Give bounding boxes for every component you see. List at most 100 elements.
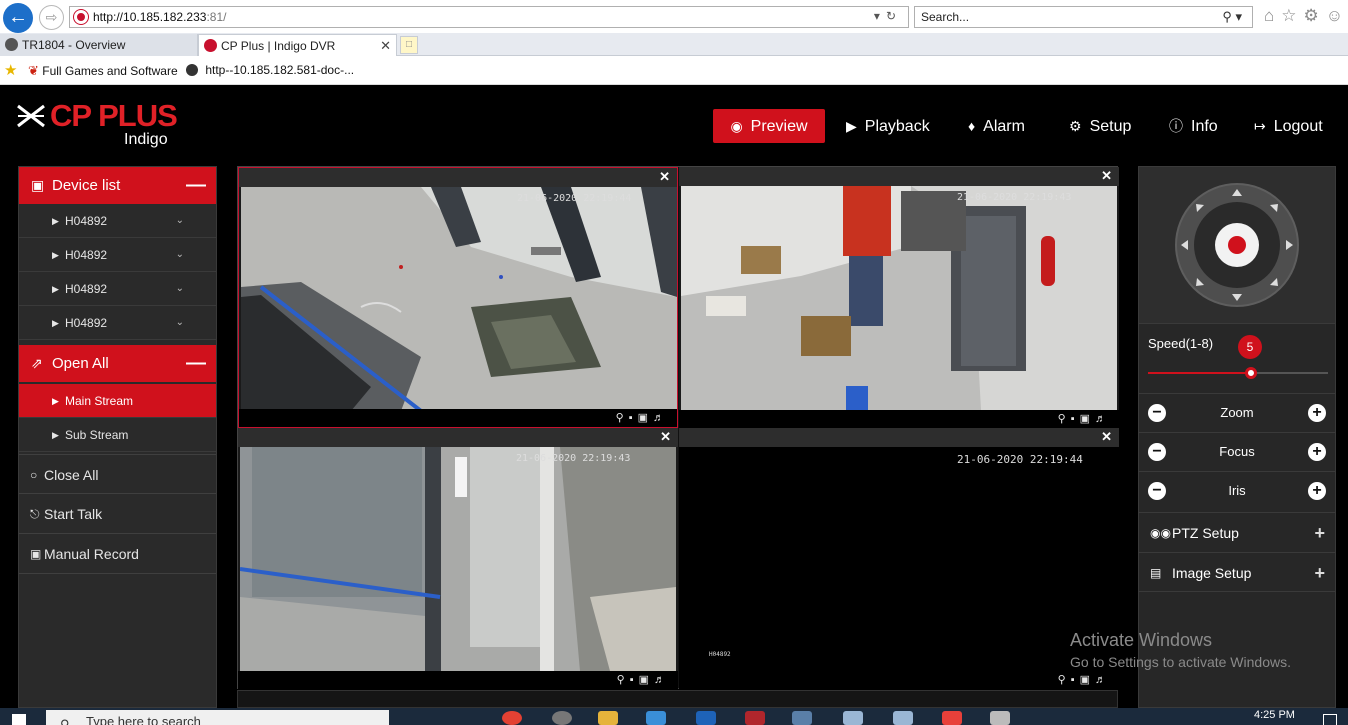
camera-feed[interactable]: 21-06-2020 22:19:43 xyxy=(681,186,1117,410)
open-all-header[interactable]: ⇗ Open All — xyxy=(19,345,216,382)
nav-setup[interactable]: ⚙ Setup xyxy=(1069,109,1131,143)
url-port: :81/ xyxy=(206,10,227,24)
caret-right-icon: ▶ xyxy=(52,430,59,440)
zoom-icon[interactable]: ⚲ xyxy=(1058,413,1071,425)
camera-feed[interactable]: 21-06-2020 22:19:44 xyxy=(241,187,677,411)
notification-icon[interactable] xyxy=(1323,714,1337,725)
app-icon[interactable] xyxy=(792,711,812,725)
close-channel-icon[interactable]: ✕ xyxy=(1101,168,1112,184)
speed-handle[interactable] xyxy=(1244,367,1257,379)
snapshot-icon[interactable]: ▣ xyxy=(1080,674,1095,686)
outlook-icon[interactable] xyxy=(696,711,716,725)
app-icon[interactable] xyxy=(893,711,913,725)
speed-slider[interactable] xyxy=(1148,367,1328,379)
snapshot-icon[interactable]: ▣ xyxy=(1080,413,1095,425)
close-channel-icon[interactable]: ✕ xyxy=(659,169,670,185)
close-channel-icon[interactable]: ✕ xyxy=(660,429,671,445)
nav-logout[interactable]: ↦ Logout xyxy=(1254,109,1323,143)
device-item[interactable]: ▶ H04892 ⌄ xyxy=(19,272,216,306)
sub-stream-item[interactable]: ▶ Sub Stream xyxy=(19,418,216,452)
chevron-down-icon[interactable]: ⌄ xyxy=(176,272,184,306)
favorites-star-icon[interactable]: ☆ xyxy=(1281,6,1303,25)
close-tab-icon[interactable]: ✕ xyxy=(380,38,391,54)
zoom-in-button[interactable]: + xyxy=(1308,404,1326,422)
record-icon[interactable]: ▪ xyxy=(1071,674,1080,686)
audio-icon[interactable]: ♬ xyxy=(1095,674,1111,686)
expand-icon[interactable]: + xyxy=(1314,513,1325,553)
caret-right-icon: ▶ xyxy=(52,396,59,406)
snapshot-icon[interactable]: ▣ xyxy=(639,674,654,686)
device-item[interactable]: ▶ H04892 ⌄ xyxy=(19,306,216,340)
tab-overview[interactable]: TR1804 - Overview xyxy=(0,34,198,56)
zoom-icon[interactable]: ⚲ xyxy=(616,412,629,424)
browser-search-input[interactable]: Search... ⚲ ▾ xyxy=(914,6,1253,28)
manual-record-button[interactable]: ▣ Manual Record xyxy=(19,534,216,574)
record-icon[interactable]: ▪ xyxy=(1071,413,1080,425)
zoom-icon[interactable]: ⚲ xyxy=(617,674,630,686)
taskbar-search-placeholder: Type here to search xyxy=(86,714,201,725)
settings-gear-icon[interactable]: ⚙ xyxy=(1304,6,1326,25)
iris-plus-button[interactable]: + xyxy=(1308,482,1326,500)
device-list-header[interactable]: ▣ Device list — xyxy=(19,167,216,204)
main-stream-item[interactable]: ▶ Main Stream xyxy=(19,384,216,418)
nav-alarm[interactable]: ♦ Alarm xyxy=(968,109,1025,143)
video-cell-2[interactable]: ✕ 21-06-2020 22:19:43 ⚲▪▣♬ xyxy=(679,167,1119,428)
chrome-icon[interactable] xyxy=(502,711,522,725)
new-tab-button[interactable]: □ xyxy=(400,36,418,54)
collapse-icon[interactable]: — xyxy=(186,167,206,204)
taskbar-search-input[interactable]: ⚲ Type here to search xyxy=(46,710,389,725)
nav-info[interactable]: ⓘ Info xyxy=(1169,109,1218,143)
back-button[interactable]: ← xyxy=(3,3,33,33)
ptz-panel: Speed(1-8) 5 − Zoom + − Focus + − Iris + xyxy=(1138,166,1336,708)
device-item[interactable]: ▶ H04892 ⌄ xyxy=(19,204,216,238)
tab-cpplus[interactable]: CP Plus | Indigo DVR ✕ xyxy=(198,34,397,56)
close-channel-icon[interactable]: ✕ xyxy=(1101,429,1112,445)
url-field[interactable]: http://10.185.182.233:81/ ▾↻ xyxy=(69,6,909,28)
close-all-button[interactable]: ○ Close All xyxy=(19,454,216,494)
record-icon[interactable]: ▪ xyxy=(629,412,638,424)
collapse-icon[interactable]: — xyxy=(186,345,206,382)
audio-icon[interactable]: ♬ xyxy=(1095,413,1111,425)
app-icon[interactable] xyxy=(843,711,863,725)
record-icon[interactable]: ▪ xyxy=(630,674,639,686)
search-icon[interactable]: ⚲ ▾ xyxy=(1222,9,1242,25)
app-icon[interactable] xyxy=(745,711,765,725)
start-talk-button[interactable]: ⎋ Start Talk xyxy=(19,494,216,534)
video-cell-3[interactable]: ✕ 21-06-2020 22:19:43 ⚲▪▣♬ xyxy=(238,428,678,689)
ptz-joystick-icon[interactable] xyxy=(1139,167,1335,324)
home-icon[interactable]: ⌂ xyxy=(1264,6,1281,25)
refresh-icon[interactable]: ▾↻ xyxy=(874,9,902,23)
camera-feed[interactable]: 21-06-2020 22:19:43 xyxy=(240,447,676,671)
settings-app-icon[interactable] xyxy=(552,711,572,725)
file-explorer-icon[interactable] xyxy=(598,711,618,725)
focus-plus-button[interactable]: + xyxy=(1308,443,1326,461)
chevron-down-icon[interactable]: ⌄ xyxy=(176,238,184,272)
device-item[interactable]: ▶ H04892 ⌄ xyxy=(19,238,216,272)
favorite-link-doc[interactable]: http--10.185.182.581-doc-... xyxy=(186,63,354,77)
forward-button[interactable]: ⇨ xyxy=(39,5,64,30)
camera-feed[interactable]: 21-06-2020 22:19:44 H04892 xyxy=(681,447,1117,671)
nav-playback[interactable]: ▶ Playback xyxy=(846,109,930,143)
zoom-icon[interactable]: ⚲ xyxy=(1058,674,1071,686)
ptz-setup-section[interactable]: ◉◉ PTZ Setup + xyxy=(1139,512,1335,552)
favorite-link-games[interactable]: ❦ Full Games and Software xyxy=(28,63,178,79)
internet-explorer-icon[interactable] xyxy=(646,711,666,725)
timestamp: 21-06-2020 22:19:44 xyxy=(957,453,1083,466)
app-icon[interactable] xyxy=(942,711,962,725)
snapshot-icon[interactable]: ▣ xyxy=(638,412,653,424)
browser-search-placeholder: Search... xyxy=(921,10,970,24)
favorites-star-icon[interactable]: ★ xyxy=(4,61,17,79)
video-cell-4[interactable]: ✕ 21-06-2020 22:19:44 H04892 ⚲▪▣♬ xyxy=(679,428,1119,689)
app-icon[interactable] xyxy=(990,711,1010,725)
audio-icon[interactable]: ♬ xyxy=(654,674,670,686)
chevron-down-icon[interactable]: ⌄ xyxy=(176,204,184,238)
audio-icon[interactable]: ♬ xyxy=(653,412,669,424)
smiley-icon[interactable]: ☺ xyxy=(1326,6,1348,25)
image-setup-section[interactable]: ▤ Image Setup + xyxy=(1139,552,1335,592)
expand-icon[interactable]: + xyxy=(1314,553,1325,593)
windows-start-icon[interactable] xyxy=(12,714,26,725)
nav-preview[interactable]: ◉ Preview xyxy=(713,109,825,143)
chevron-down-icon[interactable]: ⌄ xyxy=(176,306,184,340)
video-cell-1[interactable]: ✕ 21-06-2020 22:19:44 ⚲▪▣♬ xyxy=(238,167,678,428)
clock-time[interactable]: 4:25 PM xyxy=(1254,709,1295,721)
